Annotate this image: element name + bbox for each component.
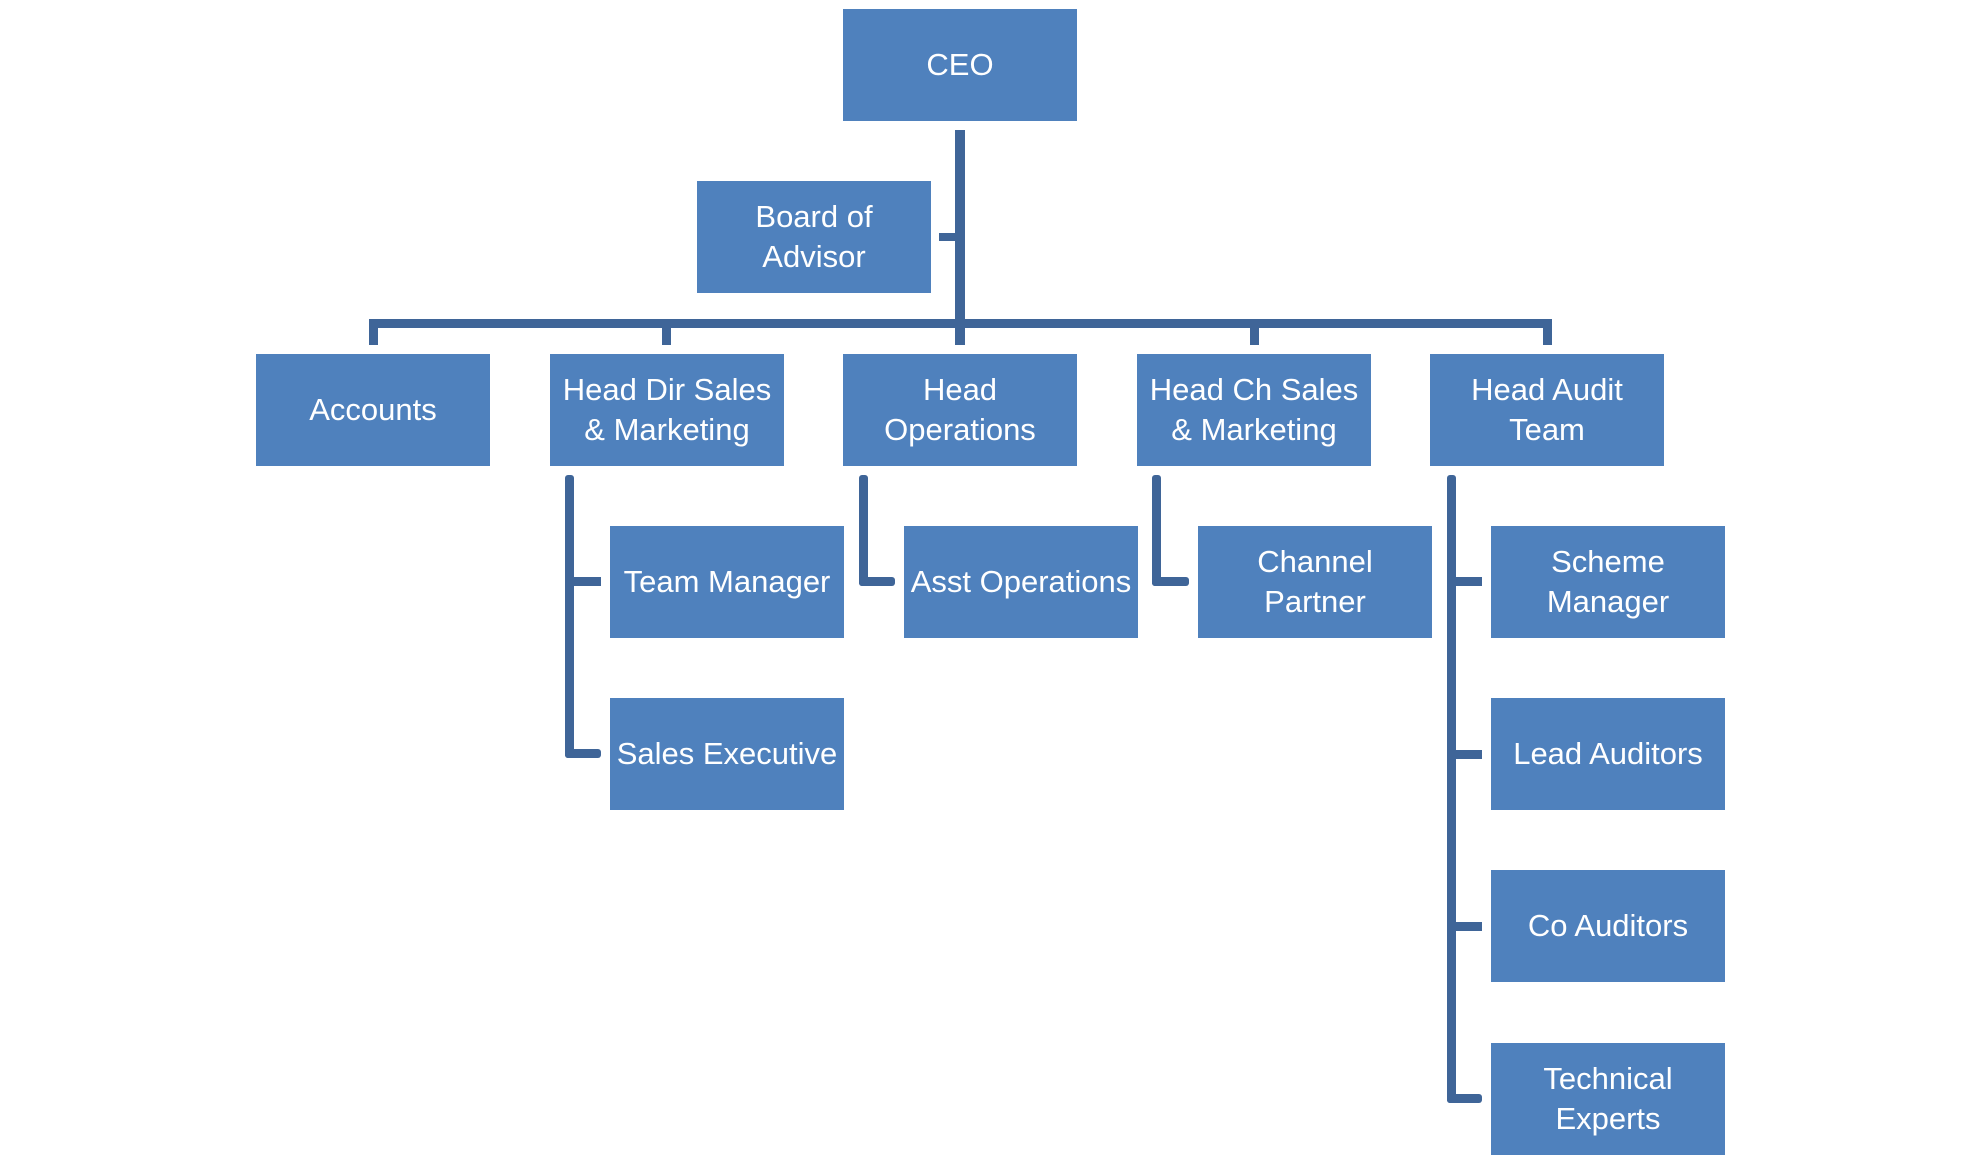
connector-head-operations-trunk xyxy=(859,475,868,586)
connector-head-dir-sales xyxy=(662,319,671,345)
connector-head-ch-sales-trunk xyxy=(1152,475,1161,586)
node-team-manager[interactable]: Team Manager xyxy=(610,526,844,638)
connector-head-ch-sales xyxy=(1250,319,1259,345)
connector-board-of-advisor xyxy=(939,233,959,241)
node-head-operations[interactable]: Head Operations xyxy=(843,354,1077,466)
node-ceo[interactable]: CEO xyxy=(843,9,1077,121)
node-head-audit-team[interactable]: Head Audit Team xyxy=(1430,354,1664,466)
node-sales-executive[interactable]: Sales Executive xyxy=(610,698,844,810)
connector-lead-auditors xyxy=(1447,750,1482,759)
connector-scheme-manager xyxy=(1447,577,1482,586)
connector-channel-partner xyxy=(1152,577,1189,586)
connector-head-audit xyxy=(1543,319,1552,345)
node-head-dir-sales-marketing[interactable]: Head Dir Sales & Marketing xyxy=(550,354,784,466)
node-accounts[interactable]: Accounts xyxy=(256,354,490,466)
node-head-ch-sales-marketing[interactable]: Head Ch Sales & Marketing xyxy=(1137,354,1371,466)
connector-asst-operations xyxy=(859,577,895,586)
node-board-of-advisor[interactable]: Board of Advisor xyxy=(697,181,931,293)
node-technical-experts[interactable]: Technical Experts xyxy=(1491,1043,1725,1155)
node-co-auditors[interactable]: Co Auditors xyxy=(1491,870,1725,982)
connector-technical-experts xyxy=(1447,1094,1482,1103)
connector-head-audit-trunk xyxy=(1447,475,1456,1103)
connector-head-dir-sales-trunk xyxy=(565,475,574,758)
node-channel-partner[interactable]: Channel Partner xyxy=(1198,526,1432,638)
node-scheme-manager[interactable]: Scheme Manager xyxy=(1491,526,1725,638)
connector-team-manager xyxy=(565,577,601,586)
connector-accounts xyxy=(369,319,378,345)
connector-department-bar xyxy=(369,319,1552,328)
node-asst-operations[interactable]: Asst Operations xyxy=(904,526,1138,638)
node-lead-auditors[interactable]: Lead Auditors xyxy=(1491,698,1725,810)
connector-co-auditors xyxy=(1447,922,1482,931)
connector-sales-executive xyxy=(565,749,601,758)
